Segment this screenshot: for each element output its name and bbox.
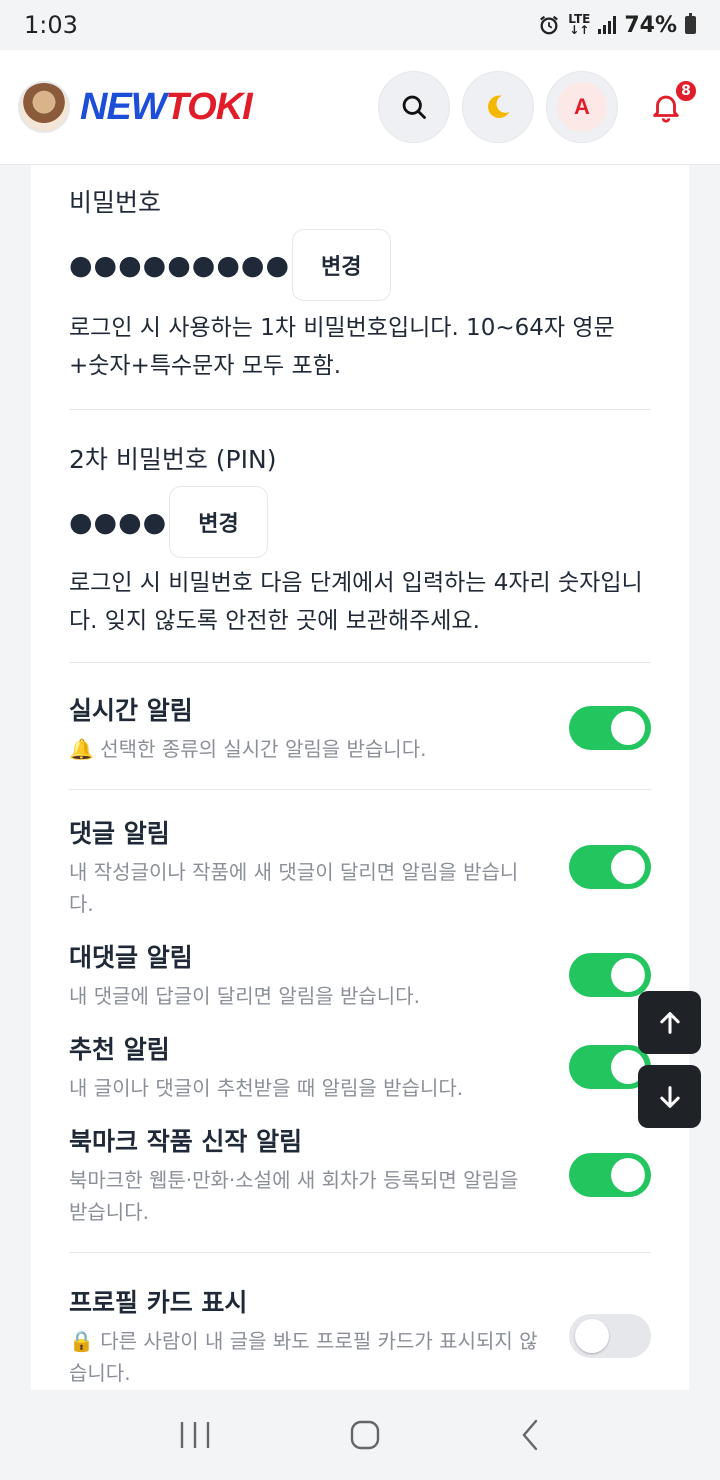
bookmark-notification-toggle[interactable]: [569, 1153, 651, 1197]
setting-realtime-notification: 실시간 알림 🔔 선택한 종류의 실시간 알림을 받습니다.: [31, 691, 689, 765]
scroll-bottom-button[interactable]: [638, 1065, 701, 1128]
reply-notification-toggle[interactable]: [569, 953, 651, 997]
pin-label: 2차 비밀번호 (PIN): [69, 445, 277, 474]
arrow-up-icon: [659, 1011, 680, 1034]
notification-button[interactable]: 8: [630, 71, 702, 143]
status-bar: 1:03 LTE ↓↑ 74%: [0, 0, 720, 50]
realtime-notification-toggle[interactable]: [569, 706, 651, 750]
divider: [69, 1252, 651, 1253]
profile-card-toggle[interactable]: [569, 1314, 651, 1358]
status-time: 1:03: [24, 11, 78, 39]
battery-percent: 74%: [624, 12, 677, 38]
setting-title: 실시간 알림: [69, 696, 193, 725]
recent-apps-icon[interactable]: [178, 1420, 212, 1450]
setting-recommend-notification: 추천 알림 내 글이나 댓글이 추천받을 때 알림을 받습니다.: [31, 1030, 689, 1104]
divider: [69, 662, 651, 663]
password-section: 비밀번호 ●●●●●●●●● 변경 로그인 시 사용하는 1차 비밀번호입니다.…: [31, 165, 689, 385]
setting-bookmark-notification: 북마크 작품 신작 알림 북마크한 웹툰·만화·소설에 새 회차가 등록되면 알…: [31, 1122, 689, 1228]
arrow-down-icon: [659, 1085, 680, 1108]
bell-emoji-icon: 🔔: [69, 737, 94, 761]
password-masked: ●●●●●●●●●: [69, 249, 291, 281]
setting-profile-card: 프로필 카드 표시 🔒 다른 사람이 내 글을 봐도 프로필 카드가 표시되지 …: [31, 1283, 689, 1389]
password-row: ●●●●●●●●● 변경: [69, 229, 651, 301]
alarm-icon: [540, 15, 559, 35]
setting-description: 선택한 종류의 실시간 알림을 받습니다.: [100, 737, 427, 761]
setting-description: 다른 사람이 내 글을 봐도 프로필 카드가 표시되지 않습니다.: [69, 1329, 538, 1385]
logo-mascot-icon[interactable]: [18, 81, 70, 133]
search-button[interactable]: [378, 71, 450, 143]
profile-button[interactable]: A: [546, 71, 618, 143]
logo-part-toki: TOKI: [165, 85, 253, 128]
pin-row: ●●●● 변경: [69, 486, 651, 558]
setting-comment-notification: 댓글 알림 내 작성글이나 작품에 새 댓글이 달리면 알림을 받습니다.: [31, 814, 689, 920]
lock-emoji-icon: 🔒: [69, 1329, 94, 1353]
setting-description: 내 글이나 댓글이 추천받을 때 알림을 받습니다.: [69, 1076, 464, 1100]
logo[interactable]: NEWTOKI: [80, 85, 253, 129]
battery-icon: [685, 13, 696, 34]
divider: [69, 789, 651, 790]
setting-reply-notification: 대댓글 알림 내 댓글에 답글이 달리면 알림을 받습니다.: [31, 938, 689, 1012]
notification-badge: 8: [674, 79, 698, 103]
setting-description: 내 작성글이나 작품에 새 댓글이 달리면 알림을 받습니다.: [69, 860, 519, 916]
password-label: 비밀번호: [69, 188, 162, 217]
app-header: NEWTOKI A 8: [0, 50, 720, 165]
setting-description: 내 댓글에 답글이 달리면 알림을 받습니다.: [69, 984, 420, 1008]
pin-description: 로그인 시 비밀번호 다음 단계에서 입력하는 4자리 숫자입니다. 잊지 않도…: [69, 570, 643, 634]
comment-notification-toggle[interactable]: [569, 845, 651, 889]
signal-icon: [598, 16, 617, 34]
logo-part-new: NEW: [80, 85, 167, 128]
pin-section: 2차 비밀번호 (PIN) ●●●● 변경 로그인 시 비밀번호 다음 단계에서…: [31, 410, 689, 640]
moon-icon: [488, 95, 510, 118]
setting-title: 대댓글 알림: [69, 943, 193, 972]
system-nav-bar: [0, 1390, 720, 1480]
setting-title: 북마크 작품 신작 알림: [69, 1127, 303, 1156]
status-icons: LTE ↓↑ 74%: [538, 13, 696, 38]
avatar: A: [557, 82, 607, 132]
header-actions: A 8: [378, 71, 702, 143]
dark-mode-button[interactable]: [462, 71, 534, 143]
settings-card: 비밀번호 ●●●●●●●●● 변경 로그인 시 사용하는 1차 비밀번호입니다.…: [31, 165, 689, 1390]
setting-title: 댓글 알림: [69, 819, 170, 848]
search-icon: [402, 95, 426, 119]
back-icon[interactable]: [518, 1418, 542, 1452]
password-description: 로그인 시 사용하는 1차 비밀번호입니다. 10~64자 영문+숫자+특수문자…: [69, 315, 615, 379]
network-type: LTE ↓↑: [568, 12, 591, 37]
home-icon[interactable]: [349, 1419, 381, 1451]
change-password-button[interactable]: 변경: [292, 229, 391, 301]
setting-title: 프로필 카드 표시: [69, 1288, 248, 1317]
scroll-top-button[interactable]: [638, 991, 701, 1054]
setting-title: 추천 알림: [69, 1035, 170, 1064]
setting-description: 북마크한 웹툰·만화·소설에 새 회차가 등록되면 알림을 받습니다.: [69, 1168, 519, 1224]
pin-masked: ●●●●: [69, 506, 168, 538]
change-pin-button[interactable]: 변경: [169, 486, 268, 558]
